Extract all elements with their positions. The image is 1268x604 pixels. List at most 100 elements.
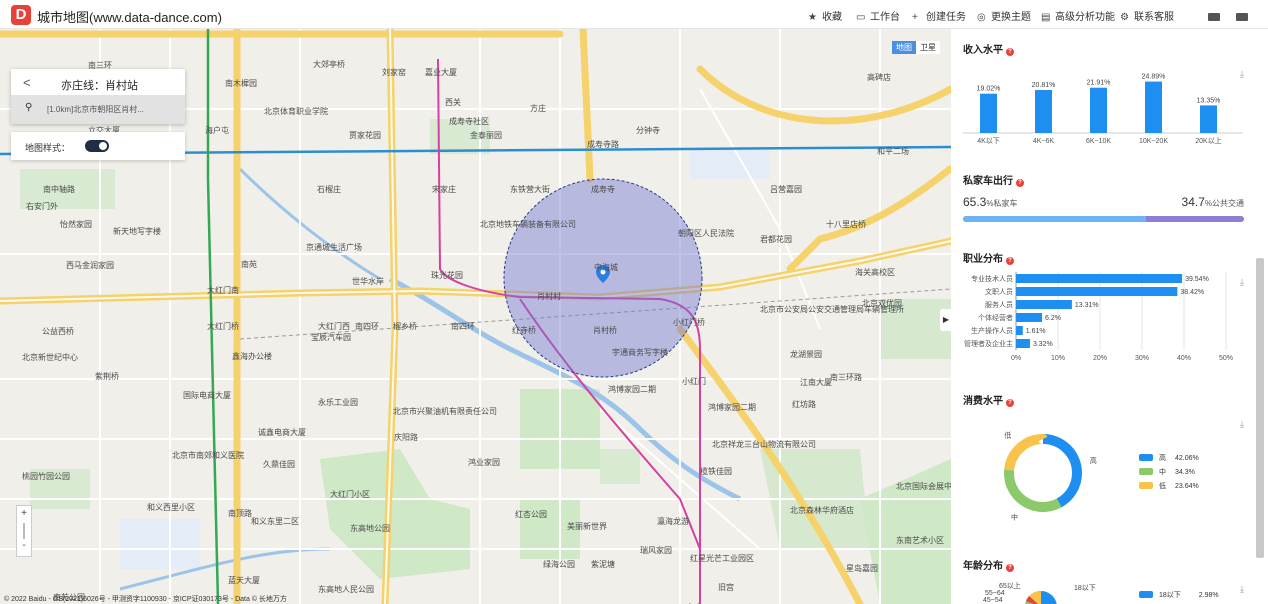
map-place-label[interactable]: 大红门小区 xyxy=(330,489,370,500)
map-place-label[interactable]: 肖村桥 xyxy=(593,325,617,336)
map-place-label[interactable]: 紫泥塘 xyxy=(591,559,615,570)
map-place-label[interactable]: 君都花园 xyxy=(760,234,792,245)
map-place-label[interactable]: 朝阳区人民法院 xyxy=(678,228,734,239)
map-place-label[interactable]: 鑫海办公楼 xyxy=(232,351,272,362)
map-place-label[interactable]: 吕营嘉园 xyxy=(770,184,802,195)
map-type-satellite-button[interactable]: 卫星 xyxy=(916,41,940,54)
map-place-label[interactable]: 东南艺术小区 xyxy=(896,535,944,546)
map-place-label[interactable]: 和义西里小区 xyxy=(147,502,195,513)
map-place-label[interactable]: 成寿寺 xyxy=(591,184,615,195)
map-place-label[interactable]: 红星光芒工业园区 xyxy=(690,553,754,564)
map-place-label[interactable]: 成寿寺社区 xyxy=(449,116,489,127)
map-place-label[interactable]: 龙湖景园 xyxy=(790,349,822,360)
map-place-label[interactable]: 北京地铁车辆装备有限公司 xyxy=(480,219,576,230)
map-place-label[interactable]: 永乐工业园 xyxy=(318,397,358,408)
map-place-label[interactable]: 嘉业大厦 xyxy=(425,67,457,78)
help-icon[interactable]: ? xyxy=(1006,257,1014,265)
map-place-label[interactable]: 肖村村 xyxy=(537,291,561,302)
map-place-label[interactable]: 十八里店桥 xyxy=(826,219,866,230)
map-place-label[interactable]: 北京市南郊和义医院 xyxy=(172,450,244,461)
map-place-label[interactable]: 宝辰汽车园 xyxy=(311,332,351,343)
map-place-label[interactable]: 鸿业家园 xyxy=(468,457,500,468)
user-icon[interactable] xyxy=(1236,13,1248,21)
map-place-label[interactable]: 旧宫 xyxy=(718,582,734,593)
map-place-label[interactable]: 宇通商务写字楼 xyxy=(612,347,668,358)
map-place-label[interactable]: 东铁营大街 xyxy=(510,184,550,195)
app-logo[interactable]: D xyxy=(11,5,31,25)
advanced-analysis-button[interactable]: ▤ 高级分析功能 xyxy=(1041,8,1115,23)
map-place-label[interactable]: 国际电商大厦 xyxy=(183,390,231,401)
map-place-label[interactable]: 东高地公园 xyxy=(350,523,390,534)
zoom-in-button[interactable]: + xyxy=(17,506,31,522)
map-place-label[interactable]: 美丽新世界 xyxy=(567,521,607,532)
map-place-label[interactable]: 北京市兴聚油机有限责任公司 xyxy=(393,406,497,417)
help-icon[interactable]: ? xyxy=(1006,564,1014,572)
map-place-label[interactable]: 石榴庄 xyxy=(317,184,341,195)
map-place-label[interactable]: 世华水岸 xyxy=(352,276,384,287)
map-place-label[interactable]: 西关 xyxy=(445,97,461,108)
map-place-label[interactable]: 诚鑫电商大厦 xyxy=(258,427,306,438)
map-place-label[interactable]: 东高地人民公园 xyxy=(318,584,374,595)
map-place-label[interactable]: 宋家庄 xyxy=(432,184,456,195)
map-place-label[interactable]: 南四环 xyxy=(355,321,379,332)
map-place-label[interactable]: 大红门西 xyxy=(318,321,350,332)
change-theme-button[interactable]: ◎ 更换主题 xyxy=(977,8,1031,23)
map-place-label[interactable]: 新天地写字楼 xyxy=(113,226,161,237)
map-place-label[interactable]: 蓝天大厦 xyxy=(228,575,260,586)
map-place-label[interactable]: 大红门南 xyxy=(207,285,239,296)
workbench-button[interactable]: ▭ 工作台 xyxy=(856,8,900,23)
map-place-label[interactable]: 刘家窑 xyxy=(382,67,406,78)
map-place-label[interactable]: 和义东里二区 xyxy=(251,516,299,527)
collapse-panel-icon[interactable]: ▶ xyxy=(940,309,951,331)
map-place-label[interactable]: 和平二场 xyxy=(877,146,909,157)
map-place-label[interactable]: 小红门桥 xyxy=(673,317,705,328)
help-icon[interactable]: ? xyxy=(1006,399,1014,407)
message-icon[interactable] xyxy=(1208,13,1220,21)
map-place-label[interactable]: 大红门桥 xyxy=(207,321,239,332)
map-place-label[interactable]: 久鼎佳园 xyxy=(263,459,295,470)
consumption-legend-item[interactable]: 高 42.06% xyxy=(1139,453,1199,463)
map-place-label[interactable]: 公益西桥 xyxy=(42,326,74,337)
map-place-label[interactable]: 京通城生活广场 xyxy=(306,242,362,253)
map-place-label[interactable]: 北京祥龙三台山物流有限公司 xyxy=(712,439,816,450)
back-arrow-icon[interactable]: < xyxy=(23,75,31,90)
map-place-label[interactable]: 瀛海龙游 xyxy=(657,516,689,527)
map-place-label[interactable]: 红坊路 xyxy=(792,399,816,410)
map-place-label[interactable]: 南顶路 xyxy=(228,508,252,519)
map-place-label[interactable]: 南木樨园 xyxy=(225,78,257,89)
map-place-label[interactable]: 庆阳路 xyxy=(394,432,418,443)
map-place-label[interactable]: 大郊亭桥 xyxy=(313,59,345,70)
map-place-label[interactable]: 珠光花园 xyxy=(431,270,463,281)
app-title[interactable]: 城市地图(www.data-dance.com) xyxy=(37,7,222,26)
map-place-label[interactable]: 高碑店 xyxy=(867,72,891,83)
map-place-label[interactable]: 江南大厦 xyxy=(800,377,832,388)
download-icon[interactable]: ⤓ xyxy=(1240,584,1244,595)
map-place-label[interactable]: 榴乡桥 xyxy=(393,321,417,332)
map-place-label[interactable]: 金泰丽园 xyxy=(470,130,502,141)
map-place-label[interactable]: 星岛嘉园 xyxy=(846,563,878,574)
map-place-label[interactable]: 北京新世纪中心 xyxy=(22,352,78,363)
zoom-slider[interactable] xyxy=(23,523,25,539)
map-place-label[interactable]: 中海城 xyxy=(594,262,618,273)
map-place-label[interactable]: 南中轴路 xyxy=(43,184,75,195)
route-location-item[interactable]: ⚲ [1.0km]北京市朝阳区肖村... xyxy=(11,95,185,124)
zoom-out-button[interactable]: - xyxy=(17,538,31,554)
consumption-legend-item[interactable]: 中 34.3% xyxy=(1139,467,1195,477)
map-place-label[interactable]: 右安门外 xyxy=(26,201,58,212)
help-icon[interactable]: ? xyxy=(1006,48,1014,56)
map-place-label[interactable]: 红杏公园 xyxy=(515,509,547,520)
map-type-map-button[interactable]: 地图 xyxy=(892,41,916,54)
map-place-label[interactable]: 海关高校区 xyxy=(855,267,895,278)
map-place-label[interactable]: 鸿博家园二期 xyxy=(708,402,756,413)
favorite-button[interactable]: ★ 收藏 xyxy=(808,8,842,23)
map-place-label[interactable]: 海户屯 xyxy=(205,125,229,136)
map-place-label[interactable]: 绿海公园 xyxy=(543,559,575,570)
create-task-button[interactable]: + 创建任务 xyxy=(912,8,966,23)
map-place-label[interactable]: 北京双优园 xyxy=(862,298,902,309)
map-place-label[interactable]: 分钟寺 xyxy=(636,125,660,136)
map-place-label[interactable]: 南三环路 xyxy=(830,372,862,383)
map-place-label[interactable]: 榄铁佳园 xyxy=(700,466,732,477)
map-place-label[interactable]: 北京国际会展中心 xyxy=(896,481,951,492)
map-place-label[interactable]: 紫荆桥 xyxy=(95,371,119,382)
map-place-label[interactable]: 西马金润家园 xyxy=(66,260,114,271)
